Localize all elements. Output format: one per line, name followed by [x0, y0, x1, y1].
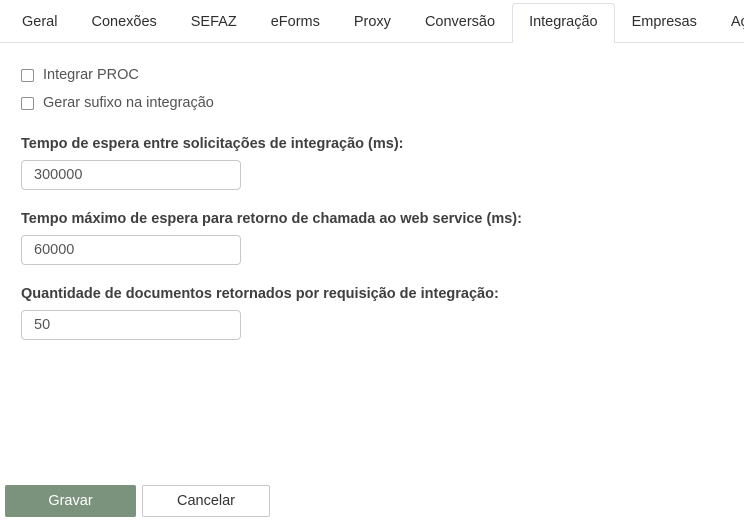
tab-eforms[interactable]: eForms	[254, 3, 337, 43]
checkbox-integrar-proc-label: Integrar PROC	[43, 67, 139, 83]
tab-panel-integracao: Integrar PROC Gerar sufixo na integração…	[0, 43, 744, 517]
tempo-espera-label: Tempo de espera entre solicitações de in…	[21, 136, 404, 152]
tab-acoes[interactable]: Ações	[714, 3, 744, 43]
checkbox-integrar-proc[interactable]	[21, 68, 34, 82]
tab-integracao[interactable]: Integração	[512, 3, 615, 43]
tab-conexoes[interactable]: Conexões	[74, 3, 173, 43]
checkbox-gerar-sufixo-label: Gerar sufixo na integração	[43, 95, 214, 111]
tab-proxy[interactable]: Proxy	[337, 3, 408, 43]
quantidade-documentos-input[interactable]	[21, 310, 241, 340]
checkbox-gerar-sufixo[interactable]	[21, 96, 34, 110]
tempo-maximo-label: Tempo máximo de espera para retorno de c…	[21, 211, 522, 227]
field-quantidade-documentos: Quantidade de documentos retornados por …	[21, 286, 744, 340]
tab-geral[interactable]: Geral	[5, 3, 74, 43]
gravar-button[interactable]: Gravar	[5, 485, 136, 517]
checkbox-row-gerar-sufixo[interactable]: Gerar sufixo na integração	[21, 95, 744, 111]
settings-window: Geral Conexões SEFAZ eForms Proxy Conver…	[0, 0, 744, 524]
quantidade-documentos-label: Quantidade de documentos retornados por …	[21, 286, 499, 302]
field-tempo-maximo: Tempo máximo de espera para retorno de c…	[21, 211, 744, 265]
tab-bar: Geral Conexões SEFAZ eForms Proxy Conver…	[0, 0, 744, 43]
checkbox-row-integrar-proc[interactable]: Integrar PROC	[21, 67, 744, 83]
action-buttons: Gravar Cancelar	[5, 485, 744, 517]
tab-sefaz[interactable]: SEFAZ	[174, 3, 254, 43]
fields-group: Tempo de espera entre solicitações de in…	[21, 136, 744, 340]
tempo-espera-input[interactable]	[21, 160, 241, 190]
tab-conversao[interactable]: Conversão	[408, 3, 512, 43]
cancelar-button[interactable]: Cancelar	[142, 485, 270, 517]
field-tempo-espera: Tempo de espera entre solicitações de in…	[21, 136, 744, 190]
tempo-maximo-input[interactable]	[21, 235, 241, 265]
tab-empresas[interactable]: Empresas	[615, 3, 714, 43]
